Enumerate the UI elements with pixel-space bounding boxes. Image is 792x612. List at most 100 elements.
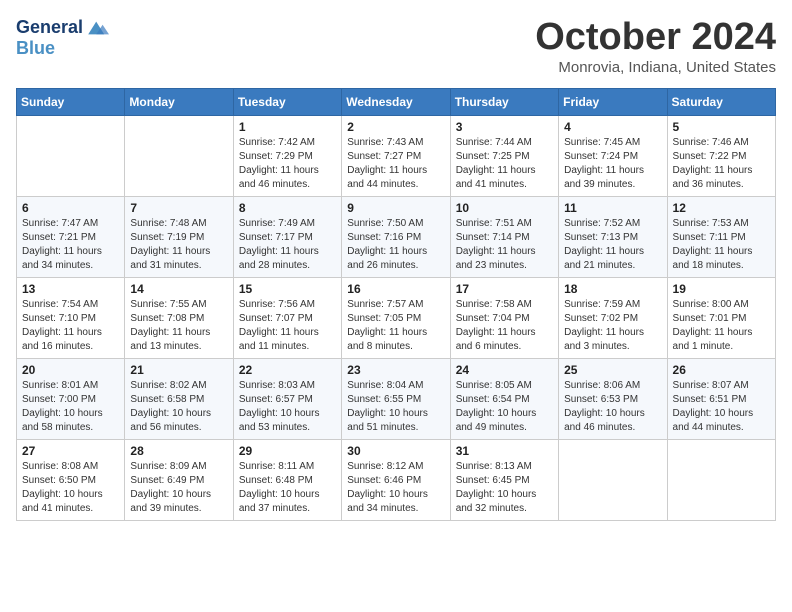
column-header-wednesday: Wednesday [342, 89, 450, 116]
day-info: Sunrise: 7:56 AM Sunset: 7:07 PM Dayligh… [239, 298, 336, 354]
day-info: Sunrise: 8:12 AM Sunset: 6:46 PM Dayligh… [347, 460, 444, 516]
month-title: October 2024 [535, 16, 776, 59]
day-number: 3 [456, 120, 553, 134]
day-number: 11 [564, 201, 661, 215]
column-header-monday: Monday [125, 89, 233, 116]
logo-blue: Blue [16, 38, 109, 59]
calendar-cell: 9 Sunrise: 7:50 AM Sunset: 7:16 PM Daylig… [342, 197, 450, 278]
day-info: Sunrise: 8:04 AM Sunset: 6:55 PM Dayligh… [347, 379, 444, 435]
day-info: Sunrise: 8:02 AM Sunset: 6:58 PM Dayligh… [130, 379, 227, 435]
calendar-cell: 8 Sunrise: 7:49 AM Sunset: 7:17 PM Daylig… [233, 197, 341, 278]
day-info: Sunrise: 7:43 AM Sunset: 7:27 PM Dayligh… [347, 136, 444, 192]
calendar-cell: 3 Sunrise: 7:44 AM Sunset: 7:25 PM Daylig… [450, 116, 558, 197]
day-number: 31 [456, 444, 553, 458]
calendar-cell: 26Sunrise: 8:07 AM Sunset: 6:51 PM Dayli… [667, 359, 775, 440]
day-number: 23 [347, 363, 444, 377]
day-info: Sunrise: 8:03 AM Sunset: 6:57 PM Dayligh… [239, 379, 336, 435]
day-info: Sunrise: 7:46 AM Sunset: 7:22 PM Dayligh… [673, 136, 770, 192]
title-block: October 2024 Monrovia, Indiana, United S… [535, 16, 776, 76]
day-info: Sunrise: 7:55 AM Sunset: 7:08 PM Dayligh… [130, 298, 227, 354]
calendar-cell: 4 Sunrise: 7:45 AM Sunset: 7:24 PM Daylig… [559, 116, 667, 197]
day-info: Sunrise: 7:48 AM Sunset: 7:19 PM Dayligh… [130, 217, 227, 273]
calendar-cell: 16 Sunrise: 7:57 AM Sunset: 7:05 PM Dayli… [342, 278, 450, 359]
day-number: 15 [239, 282, 336, 296]
day-info: Sunrise: 7:57 AM Sunset: 7:05 PM Dayligh… [347, 298, 444, 354]
day-number: 16 [347, 282, 444, 296]
logo-icon [85, 16, 109, 40]
day-number: 5 [673, 120, 770, 134]
calendar-cell: 20 Sunrise: 8:01 AM Sunset: 7:00 PM Dayli… [17, 359, 125, 440]
day-info: Sunrise: 7:42 AM Sunset: 7:29 PM Dayligh… [239, 136, 336, 192]
week-row-1: 1 Sunrise: 7:42 AM Sunset: 7:29 PM Daylig… [17, 116, 776, 197]
logo-text: General [16, 18, 83, 38]
column-header-tuesday: Tuesday [233, 89, 341, 116]
column-header-saturday: Saturday [667, 89, 775, 116]
day-info: Sunrise: 8:07 AM Sunset: 6:51 PM Dayligh… [673, 379, 770, 435]
calendar-cell: 31Sunrise: 8:13 AM Sunset: 6:45 PM Dayli… [450, 440, 558, 521]
column-header-sunday: Sunday [17, 89, 125, 116]
day-number: 24 [456, 363, 553, 377]
calendar-cell: 14 Sunrise: 7:55 AM Sunset: 7:08 PM Dayli… [125, 278, 233, 359]
calendar-cell: 24Sunrise: 8:05 AM Sunset: 6:54 PM Dayli… [450, 359, 558, 440]
calendar-cell [559, 440, 667, 521]
calendar-cell: 19Sunrise: 8:00 AM Sunset: 7:01 PM Dayli… [667, 278, 775, 359]
calendar-header-row: SundayMondayTuesdayWednesdayThursdayFrid… [17, 89, 776, 116]
day-number: 20 [22, 363, 119, 377]
day-number: 4 [564, 120, 661, 134]
day-number: 8 [239, 201, 336, 215]
week-row-3: 13 Sunrise: 7:54 AM Sunset: 7:10 PM Dayli… [17, 278, 776, 359]
calendar-cell: 28 Sunrise: 8:09 AM Sunset: 6:49 PM Dayli… [125, 440, 233, 521]
day-number: 18 [564, 282, 661, 296]
week-row-4: 20 Sunrise: 8:01 AM Sunset: 7:00 PM Dayli… [17, 359, 776, 440]
calendar-table: SundayMondayTuesdayWednesdayThursdayFrid… [16, 88, 776, 521]
day-info: Sunrise: 8:08 AM Sunset: 6:50 PM Dayligh… [22, 460, 119, 516]
day-info: Sunrise: 7:49 AM Sunset: 7:17 PM Dayligh… [239, 217, 336, 273]
day-info: Sunrise: 8:01 AM Sunset: 7:00 PM Dayligh… [22, 379, 119, 435]
calendar-cell: 18Sunrise: 7:59 AM Sunset: 7:02 PM Dayli… [559, 278, 667, 359]
day-number: 10 [456, 201, 553, 215]
day-info: Sunrise: 7:45 AM Sunset: 7:24 PM Dayligh… [564, 136, 661, 192]
day-info: Sunrise: 8:06 AM Sunset: 6:53 PM Dayligh… [564, 379, 661, 435]
day-number: 1 [239, 120, 336, 134]
day-number: 7 [130, 201, 227, 215]
calendar-cell: 11 Sunrise: 7:52 AM Sunset: 7:13 PM Dayli… [559, 197, 667, 278]
day-info: Sunrise: 7:51 AM Sunset: 7:14 PM Dayligh… [456, 217, 553, 273]
day-number: 12 [673, 201, 770, 215]
day-number: 19 [673, 282, 770, 296]
column-header-thursday: Thursday [450, 89, 558, 116]
calendar-cell: 29Sunrise: 8:11 AM Sunset: 6:48 PM Dayli… [233, 440, 341, 521]
day-number: 27 [22, 444, 119, 458]
logo: General Blue [16, 16, 109, 59]
day-number: 9 [347, 201, 444, 215]
day-number: 25 [564, 363, 661, 377]
calendar-cell: 6 Sunrise: 7:47 AM Sunset: 7:21 PM Daylig… [17, 197, 125, 278]
day-number: 14 [130, 282, 227, 296]
day-info: Sunrise: 7:50 AM Sunset: 7:16 PM Dayligh… [347, 217, 444, 273]
day-info: Sunrise: 7:53 AM Sunset: 7:11 PM Dayligh… [673, 217, 770, 273]
week-row-5: 27 Sunrise: 8:08 AM Sunset: 6:50 PM Dayli… [17, 440, 776, 521]
day-number: 21 [130, 363, 227, 377]
day-number: 2 [347, 120, 444, 134]
calendar-cell: 17Sunrise: 7:58 AM Sunset: 7:04 PM Dayli… [450, 278, 558, 359]
day-info: Sunrise: 8:09 AM Sunset: 6:49 PM Dayligh… [130, 460, 227, 516]
day-info: Sunrise: 7:44 AM Sunset: 7:25 PM Dayligh… [456, 136, 553, 192]
day-number: 13 [22, 282, 119, 296]
day-number: 30 [347, 444, 444, 458]
calendar-cell [125, 116, 233, 197]
day-number: 6 [22, 201, 119, 215]
calendar-cell: 13 Sunrise: 7:54 AM Sunset: 7:10 PM Dayli… [17, 278, 125, 359]
calendar-cell: 10 Sunrise: 7:51 AM Sunset: 7:14 PM Dayli… [450, 197, 558, 278]
calendar-cell: 22Sunrise: 8:03 AM Sunset: 6:57 PM Dayli… [233, 359, 341, 440]
day-number: 28 [130, 444, 227, 458]
calendar-cell: 5 Sunrise: 7:46 AM Sunset: 7:22 PM Daylig… [667, 116, 775, 197]
day-info: Sunrise: 7:52 AM Sunset: 7:13 PM Dayligh… [564, 217, 661, 273]
day-info: Sunrise: 7:54 AM Sunset: 7:10 PM Dayligh… [22, 298, 119, 354]
day-number: 29 [239, 444, 336, 458]
day-info: Sunrise: 7:47 AM Sunset: 7:21 PM Dayligh… [22, 217, 119, 273]
week-row-2: 6 Sunrise: 7:47 AM Sunset: 7:21 PM Daylig… [17, 197, 776, 278]
location-subtitle: Monrovia, Indiana, United States [535, 59, 776, 76]
calendar-cell: 15 Sunrise: 7:56 AM Sunset: 7:07 PM Dayli… [233, 278, 341, 359]
calendar-cell: 27 Sunrise: 8:08 AM Sunset: 6:50 PM Dayli… [17, 440, 125, 521]
column-header-friday: Friday [559, 89, 667, 116]
calendar-cell: 21 Sunrise: 8:02 AM Sunset: 6:58 PM Dayli… [125, 359, 233, 440]
